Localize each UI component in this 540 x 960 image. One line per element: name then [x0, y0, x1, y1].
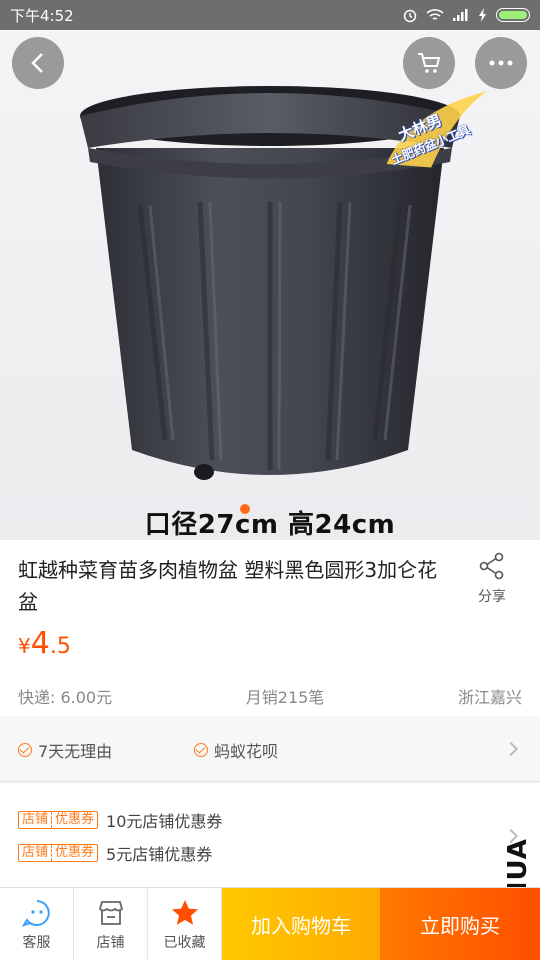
coupon-text: 10元店铺优惠券 [106, 812, 223, 831]
image-caption: 口径27cm 高24cm [144, 510, 396, 540]
shipping-fee: 快递: 6.00元 [18, 688, 113, 707]
product-title: 虹越种菜育苗多肉植物盆 塑料黑色圆形3加仑花盆 [18, 558, 438, 614]
coupon-text: 5元店铺优惠券 [106, 845, 213, 864]
image-carousel-indicator [240, 504, 250, 514]
more-icon [489, 60, 513, 66]
shop-button[interactable]: 店铺 [74, 888, 148, 960]
customer-service-label: 客服 [22, 934, 51, 951]
status-icons [402, 7, 530, 23]
customer-service-icon [21, 899, 50, 927]
cart-icon [418, 53, 441, 73]
signal-icon [453, 9, 468, 21]
status-time: 下午4:52 [10, 6, 74, 25]
chevron-right-icon [503, 741, 519, 757]
back-button[interactable] [12, 37, 64, 89]
alarm-icon [403, 9, 417, 23]
coupon-tag-type: 优惠券 [51, 845, 97, 861]
product-info: 虹越种菜育苗多肉植物盆 塑料黑色圆形3加仑花盆 分享 ¥4.5 快递: 6.00… [0, 540, 540, 716]
coupon-item[interactable]: 店铺 优惠券 5元店铺优惠券 [18, 841, 212, 865]
price-integer: 4 [30, 626, 50, 661]
buy-now-button[interactable]: 立即购买 [380, 888, 540, 960]
product-price: ¥4.5 [18, 626, 71, 661]
product-meta: 快递: 6.00元 月销215笔 浙江嘉兴 [18, 684, 522, 708]
service-item: 蚂蚁花呗 [194, 738, 278, 762]
star-icon [171, 899, 198, 925]
price-currency: ¥ [18, 634, 31, 658]
service-label: 7天无理由 [38, 742, 113, 761]
share-icon [479, 552, 504, 580]
coupon-tag: 店铺 优惠券 [18, 844, 99, 862]
customer-service-button[interactable]: 客服 [0, 888, 74, 960]
bottom-action-bar: 客服 店铺 已收藏 加入购物车 立即购买 [0, 887, 540, 960]
coupon-item[interactable]: 店铺 优惠券 10元店铺优惠券 [18, 808, 222, 832]
monthly-sales: 月销215笔 [245, 688, 325, 707]
service-guarantees[interactable]: 7天无理由 蚂蚁花呗 [0, 716, 540, 782]
cart-button[interactable] [403, 37, 455, 89]
check-circle-icon [194, 743, 208, 757]
share-button[interactable]: 分享 [462, 552, 522, 606]
share-label: 分享 [478, 589, 506, 605]
wifi-icon [426, 9, 444, 20]
back-icon [31, 53, 43, 73]
status-bar: 下午4:52 [0, 0, 540, 30]
coupon-tag: 店铺 优惠券 [18, 811, 99, 829]
ship-from-location: 浙江嘉兴 [457, 688, 522, 707]
coupon-tag-shop: 店铺 [22, 812, 49, 827]
shop-icon [98, 900, 123, 925]
favorite-button[interactable]: 已收藏 [148, 888, 222, 960]
favorite-label: 已收藏 [163, 934, 206, 951]
add-to-cart-button[interactable]: 加入购物车 [222, 888, 380, 960]
check-circle-icon [18, 743, 32, 757]
more-button[interactable] [475, 37, 527, 89]
coupon-tag-type: 优惠券 [51, 812, 97, 828]
battery-icon [496, 8, 530, 22]
charging-icon [479, 8, 486, 22]
service-item: 7天无理由 [18, 738, 112, 762]
service-label: 蚂蚁花呗 [214, 742, 279, 761]
product-image[interactable]: 大林男 土肥药盆小工具 口径27cm 高24cm [0, 30, 540, 540]
shop-label: 店铺 [96, 934, 125, 951]
price-decimal: .5 [49, 634, 71, 659]
coupon-section[interactable]: 店铺 优惠券 10元店铺优惠券 店铺 优惠券 5元店铺优惠券 [0, 783, 540, 887]
coupon-tag-shop: 店铺 [22, 845, 49, 860]
